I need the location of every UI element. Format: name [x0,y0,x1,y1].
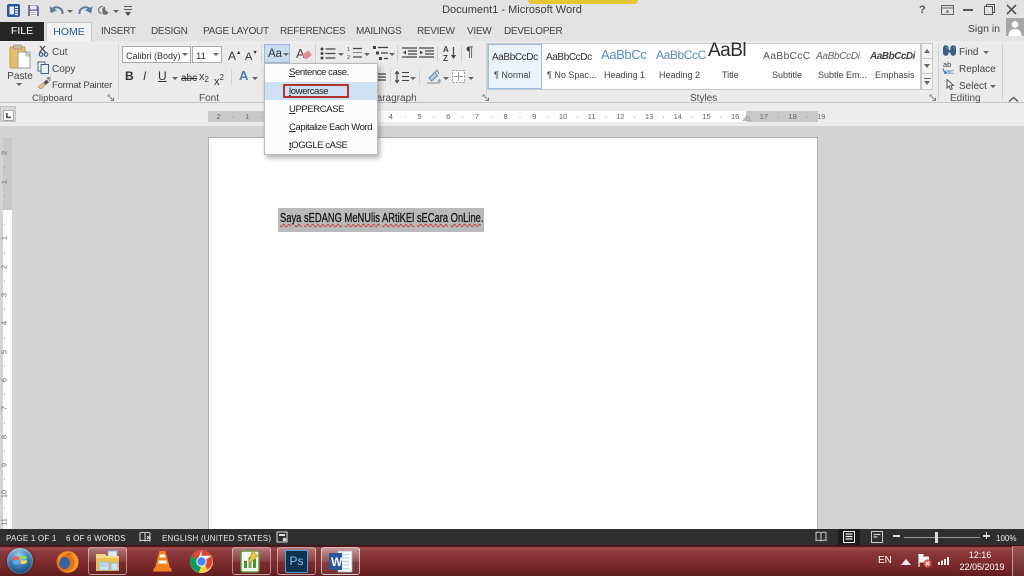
svg-text:Z: Z [443,54,448,61]
svg-text:1: 1 [347,47,350,53]
svg-text:A: A [296,46,305,61]
svg-text:W: W [331,555,343,569]
svg-text:A: A [443,45,449,54]
svg-text:2: 2 [347,55,350,60]
